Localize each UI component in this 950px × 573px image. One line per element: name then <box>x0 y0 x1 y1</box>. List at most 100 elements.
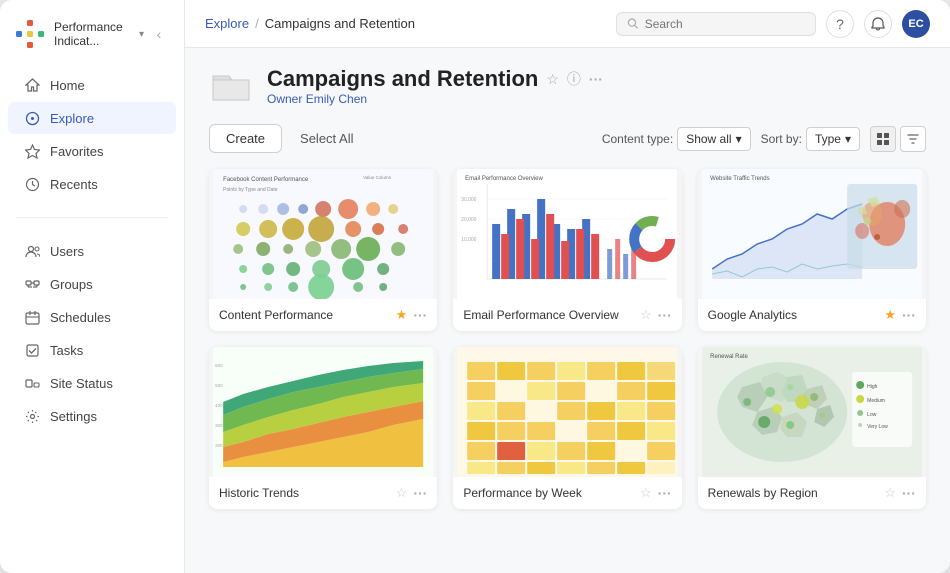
card-thumb-performance-week <box>453 347 681 477</box>
svg-text:Points by Type and Date: Points by Type and Date <box>223 187 278 193</box>
card-star-email-performance[interactable]: ☆ <box>640 307 652 323</box>
filter-button[interactable] <box>900 126 926 152</box>
sidebar-item-users-label: Users <box>50 244 84 259</box>
card-thumb-renewals-region: Renewal Rate <box>698 347 926 477</box>
svg-text:600: 600 <box>215 363 223 368</box>
card-historic-trends[interactable]: 600 500 400 300 200 Historic Trends ☆ ··… <box>209 347 437 509</box>
card-renewals-region[interactable]: Renewal Rate <box>698 347 926 509</box>
grid-view-button[interactable] <box>870 126 896 152</box>
svg-text:Renewal Rate: Renewal Rate <box>710 354 748 360</box>
info-title-icon[interactable]: ⓘ <box>567 69 581 89</box>
sidebar-divider <box>16 217 168 218</box>
sidebar-item-site-status-label: Site Status <box>50 376 113 391</box>
page-owner: Owner Emily Chen <box>267 92 603 106</box>
content-area: Campaigns and Retention ☆ ⓘ ··· Owner Em… <box>185 48 950 573</box>
notification-bell-button[interactable] <box>864 10 892 38</box>
card-more-performance-week[interactable]: ··· <box>658 485 672 501</box>
card-footer-email-performance: Email Performance Overview ☆ ··· <box>453 299 681 331</box>
search-box[interactable] <box>616 12 816 36</box>
user-avatar[interactable]: EC <box>902 10 930 38</box>
sidebar-item-explore[interactable]: Explore <box>8 102 176 134</box>
schedules-icon <box>24 309 40 325</box>
breadcrumb-separator: / <box>255 16 259 31</box>
sidebar-nav-admin: Users Groups Schedules Tasks <box>0 226 184 441</box>
card-star-historic-trends[interactable]: ☆ <box>396 485 408 501</box>
sidebar-item-settings[interactable]: Settings <box>8 400 176 432</box>
page-title-row: Campaigns and Retention ☆ ⓘ ··· <box>267 66 603 92</box>
create-button[interactable]: Create <box>209 124 282 153</box>
card-more-renewals-region[interactable]: ··· <box>902 485 916 501</box>
card-performance-week[interactable]: Performance by Week ☆ ··· <box>453 347 681 509</box>
card-star-performance-week[interactable]: ☆ <box>640 485 652 501</box>
card-name-renewals-region: Renewals by Region <box>708 486 879 500</box>
sidebar-item-schedules[interactable]: Schedules <box>8 301 176 333</box>
svg-text:Email Performance Overview: Email Performance Overview <box>465 176 543 182</box>
svg-text:500: 500 <box>215 383 223 388</box>
svg-text:High: High <box>867 384 878 390</box>
select-all-button[interactable]: Select All <box>292 125 361 152</box>
card-name-google-analytics: Google Analytics <box>708 308 879 322</box>
site-status-icon <box>24 375 40 391</box>
favorite-title-icon[interactable]: ☆ <box>546 71 559 88</box>
card-footer-performance-week: Performance by Week ☆ ··· <box>453 477 681 509</box>
card-more-historic-trends[interactable]: ··· <box>413 485 427 501</box>
page-title-block: Campaigns and Retention ☆ ⓘ ··· Owner Em… <box>267 66 603 106</box>
sidebar-logo[interactable]: Performance Indicat... ▾ <box>14 18 144 50</box>
card-more-email-performance[interactable]: ··· <box>658 307 672 323</box>
card-google-analytics[interactable]: Website Traffic Trends <box>698 169 926 331</box>
card-footer-google-analytics: Google Analytics ★ ··· <box>698 299 926 331</box>
card-more-google-analytics[interactable]: ··· <box>902 307 916 323</box>
card-star-content-performance[interactable]: ★ <box>396 307 408 323</box>
sidebar-item-recents[interactable]: Recents <box>8 168 176 200</box>
card-footer-renewals-region: Renewals by Region ☆ ··· <box>698 477 926 509</box>
toolbar: Create Select All Content type: Show all… <box>209 124 926 153</box>
svg-text:Facebook Content Performance: Facebook Content Performance <box>223 177 309 183</box>
help-button[interactable]: ? <box>826 10 854 38</box>
svg-text:300: 300 <box>215 423 223 428</box>
sort-by-filter: Sort by: Type ▾ <box>761 127 860 151</box>
card-name-historic-trends: Historic Trends <box>219 486 390 500</box>
card-more-content-performance[interactable]: ··· <box>413 307 427 323</box>
content-type-filter: Content type: Show all ▾ <box>602 127 751 151</box>
svg-text:Very Low: Very Low <box>867 424 888 430</box>
card-thumb-historic-trends: 600 500 400 300 200 <box>209 347 437 477</box>
svg-text:200: 200 <box>215 443 223 448</box>
sort-by-label: Sort by: <box>761 132 802 146</box>
sort-by-select[interactable]: Type ▾ <box>806 127 860 151</box>
sidebar-item-groups[interactable]: Groups <box>8 268 176 300</box>
content-type-select[interactable]: Show all ▾ <box>677 127 750 151</box>
groups-icon <box>24 276 40 292</box>
search-input[interactable] <box>645 17 805 31</box>
sidebar-title: Performance Indicat... <box>54 20 131 48</box>
sidebar-item-settings-label: Settings <box>50 409 97 424</box>
more-title-button[interactable]: ··· <box>589 71 603 87</box>
owner-link[interactable]: Emily Chen <box>306 92 367 106</box>
page-title: Campaigns and Retention <box>267 66 538 92</box>
sidebar-item-site-status[interactable]: Site Status <box>8 367 176 399</box>
card-content-performance[interactable]: Facebook Content Performance Value Colum… <box>209 169 437 331</box>
sidebar-dropdown-chevron[interactable]: ▾ <box>139 29 144 40</box>
sidebar-item-favorites-label: Favorites <box>50 144 103 159</box>
topbar: Explore / Campaigns and Retention ? EC <box>185 0 950 48</box>
sidebar-item-schedules-label: Schedules <box>50 310 111 325</box>
gear-icon <box>24 408 40 424</box>
clock-icon <box>24 176 40 192</box>
sidebar-item-users[interactable]: Users <box>8 235 176 267</box>
sidebar-item-groups-label: Groups <box>50 277 93 292</box>
breadcrumb-explore-link[interactable]: Explore <box>205 16 249 31</box>
sidebar-item-home[interactable]: Home <box>8 69 176 101</box>
users-icon <box>24 243 40 259</box>
logo-icon <box>14 18 46 50</box>
card-email-performance[interactable]: Email Performance Overview <box>453 169 681 331</box>
svg-text:Low: Low <box>867 412 877 418</box>
card-name-performance-week: Performance by Week <box>463 486 634 500</box>
card-footer-content-performance: Content Performance ★ ··· <box>209 299 437 331</box>
card-star-renewals-region[interactable]: ☆ <box>884 485 896 501</box>
card-star-google-analytics[interactable]: ★ <box>884 307 896 323</box>
sidebar-item-tasks[interactable]: Tasks <box>8 334 176 366</box>
tasks-icon <box>24 342 40 358</box>
sidebar-collapse-button[interactable]: ‹ <box>148 23 170 45</box>
topbar-right: ? EC <box>616 10 930 38</box>
sidebar-item-favorites[interactable]: Favorites <box>8 135 176 167</box>
svg-text:Value Column: Value Column <box>363 175 391 180</box>
